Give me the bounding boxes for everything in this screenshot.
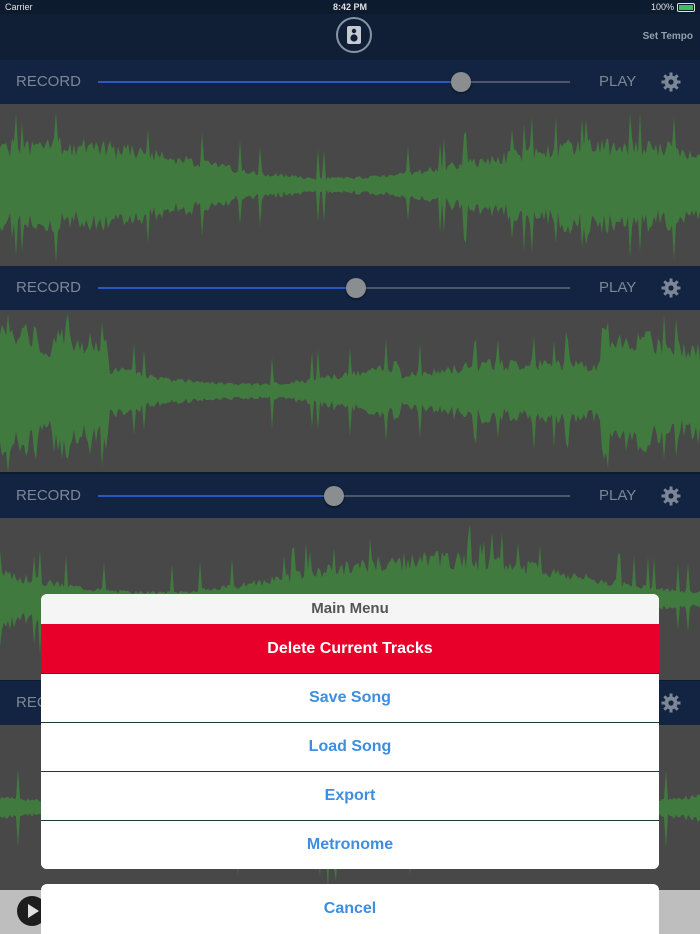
metronome-button[interactable]: Metronome: [41, 820, 659, 869]
load-song-button[interactable]: Load Song: [41, 722, 659, 771]
export-button[interactable]: Export: [41, 771, 659, 820]
main-menu-sheet: Main Menu Delete Current Tracks Save Son…: [41, 594, 659, 869]
cancel-button[interactable]: Cancel: [41, 884, 659, 934]
main-menu-title: Main Menu: [41, 594, 659, 624]
delete-tracks-button[interactable]: Delete Current Tracks: [41, 624, 659, 673]
save-song-button[interactable]: Save Song: [41, 673, 659, 722]
